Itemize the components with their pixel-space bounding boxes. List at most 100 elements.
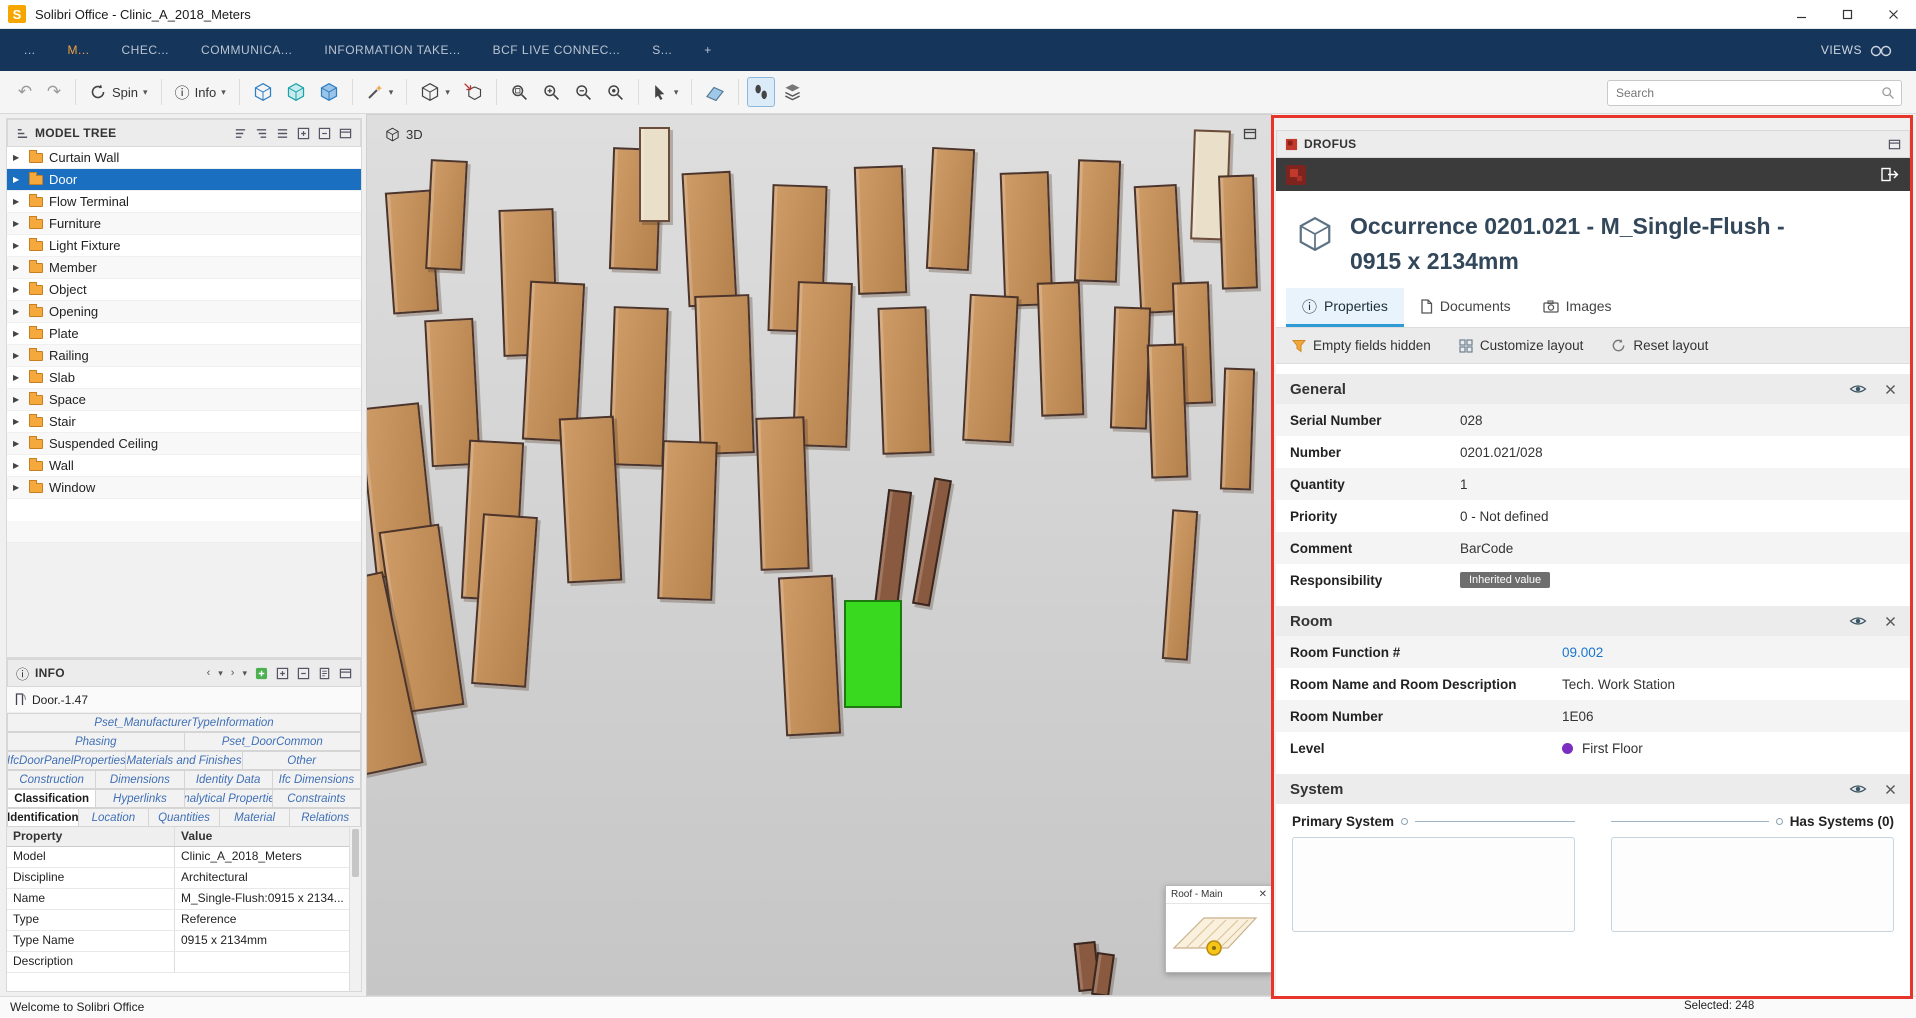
- door-object[interactable]: [912, 477, 952, 606]
- table-row[interactable]: Type Reference: [7, 910, 349, 931]
- info-tab[interactable]: Phasing: [7, 732, 185, 751]
- expand-arrow-icon[interactable]: ▶: [13, 351, 27, 360]
- table-scrollbar[interactable]: [349, 827, 361, 991]
- styles-button[interactable]: ▾: [361, 77, 399, 107]
- checkbox-add-icon[interactable]: [297, 127, 310, 140]
- model-tree-item[interactable]: ▶ Curtain Wall: [7, 147, 361, 169]
- info-tab[interactable]: Other: [243, 751, 361, 770]
- door-object[interactable]: [682, 171, 738, 307]
- zoom-in-button[interactable]: [537, 77, 566, 107]
- model-tree-item[interactable]: ▶ Stair: [7, 411, 361, 433]
- tab-properties[interactable]: ⓘ Properties: [1286, 288, 1404, 327]
- table-row[interactable]: Model Clinic_A_2018_Meters: [7, 847, 349, 868]
- model-tree-item[interactable]: ▶ Slab: [7, 367, 361, 389]
- door-object[interactable]: [1074, 159, 1121, 282]
- layers-button[interactable]: [778, 77, 807, 107]
- close-section-icon[interactable]: [1885, 784, 1896, 795]
- zoom-window-button[interactable]: [505, 77, 534, 107]
- eye-icon[interactable]: [1849, 383, 1867, 395]
- chevron-down-icon[interactable]: ▾: [218, 668, 223, 679]
- auto-update-icon[interactable]: [255, 667, 268, 680]
- model-tree-item[interactable]: ▶ Window: [7, 477, 361, 499]
- minimize-button[interactable]: [1778, 0, 1824, 28]
- expand-arrow-icon[interactable]: ▶: [13, 395, 27, 404]
- walk-mode-button[interactable]: [747, 77, 775, 107]
- door-object[interactable]: [1220, 367, 1255, 490]
- scrollbar-thumb[interactable]: [352, 829, 359, 877]
- model-tree-item[interactable]: ▶ Opening: [7, 301, 361, 323]
- model-tree-item[interactable]: ▶ Door: [7, 169, 361, 191]
- zoom-out-button[interactable]: [569, 77, 598, 107]
- info-tab[interactable]: Analytical Properties: [185, 789, 273, 808]
- door-object[interactable]: [877, 306, 931, 455]
- model-tree-item[interactable]: ▶ Suspended Ceiling: [7, 433, 361, 455]
- has-systems-list[interactable]: [1611, 837, 1894, 932]
- close-button[interactable]: [1870, 0, 1916, 28]
- history-forward-icon[interactable]: ›: [231, 667, 235, 679]
- checkbox-remove-icon[interactable]: [318, 127, 331, 140]
- menu-tab[interactable]: M...: [68, 43, 90, 57]
- model-tree-item[interactable]: ▶ Plate: [7, 323, 361, 345]
- expand-arrow-icon[interactable]: ▶: [13, 373, 27, 382]
- menu-tab[interactable]: ...: [24, 43, 36, 57]
- menu-tab[interactable]: S...: [652, 43, 672, 57]
- expand-arrow-icon[interactable]: ▶: [13, 175, 27, 184]
- history-back-icon[interactable]: ‹: [207, 667, 211, 679]
- table-row[interactable]: Name M_Single-Flush:0915 x 2134...: [7, 889, 349, 910]
- column-header-value[interactable]: Value: [175, 827, 349, 846]
- reset-layout-button[interactable]: Reset layout: [1611, 338, 1708, 353]
- expand-arrow-icon[interactable]: ▶: [13, 417, 27, 426]
- info-tab[interactable]: Dimensions: [96, 770, 184, 789]
- tab-images[interactable]: Images: [1527, 288, 1628, 327]
- door-object[interactable]: [962, 294, 1019, 443]
- info-tab[interactable]: Identification: [7, 808, 79, 827]
- menu-tab[interactable]: CHEC...: [122, 43, 170, 57]
- show-similar-button[interactable]: [281, 77, 311, 107]
- open-in-drofus-button[interactable]: [1880, 166, 1900, 183]
- menu-tab[interactable]: INFORMATION TAKE...: [324, 43, 460, 57]
- view-preset-button[interactable]: ▾: [415, 77, 455, 107]
- table-row[interactable]: Discipline Architectural: [7, 868, 349, 889]
- expand-arrow-icon[interactable]: ▶: [13, 285, 27, 294]
- views-menu[interactable]: VIEWS: [1821, 29, 1892, 71]
- model-tree-item[interactable]: ▶ Flow Terminal: [7, 191, 361, 213]
- model-tree-item[interactable]: ▶ Wall: [7, 455, 361, 477]
- info-tab[interactable]: Material: [220, 808, 291, 827]
- door-object[interactable]: [559, 416, 623, 584]
- info-tab[interactable]: Classification: [7, 789, 96, 808]
- model-tree-item[interactable]: ▶ Light Fixture: [7, 235, 361, 257]
- expand-arrow-icon[interactable]: ▶: [13, 197, 27, 206]
- show-model-button[interactable]: [248, 77, 278, 107]
- zoom-fit-button[interactable]: [601, 77, 630, 107]
- expand-arrow-icon[interactable]: ▶: [13, 307, 27, 316]
- tab-documents[interactable]: Documents: [1404, 288, 1527, 327]
- eye-icon[interactable]: [1849, 783, 1867, 795]
- menu-tab[interactable]: BCF LIVE CONNEC...: [493, 43, 621, 57]
- door-object[interactable]: [1162, 509, 1198, 660]
- expand-arrow-icon[interactable]: ▶: [13, 219, 27, 228]
- info-tab[interactable]: IfcDoorPanelProperties: [7, 751, 126, 770]
- expand-arrow-icon[interactable]: ▶: [13, 483, 27, 492]
- model-tree-item[interactable]: ▶ Railing: [7, 345, 361, 367]
- chevron-down-icon[interactable]: ▾: [242, 668, 247, 679]
- door-object[interactable]: [1147, 343, 1189, 478]
- filter-tree-icon[interactable]: [276, 127, 289, 140]
- info-tab[interactable]: Materials and Finishes: [126, 751, 244, 770]
- info-button[interactable]: ⓘ Info▾: [170, 77, 231, 107]
- door-object[interactable]: [425, 159, 468, 271]
- info-tab[interactable]: Constraints: [273, 789, 361, 808]
- door-object[interactable]: [608, 306, 669, 467]
- expand-arrow-icon[interactable]: ▶: [13, 153, 27, 162]
- look-at-button[interactable]: [458, 77, 488, 107]
- checkbox-remove-icon[interactable]: [297, 667, 310, 680]
- info-tab[interactable]: Pset_ManufacturerTypeInformation: [7, 713, 361, 732]
- panel-window-icon[interactable]: [339, 667, 352, 680]
- expand-arrow-icon[interactable]: ▶: [13, 439, 27, 448]
- panel-window-icon[interactable]: [339, 127, 352, 140]
- door-object[interactable]: [1037, 281, 1085, 416]
- door-object[interactable]: [1110, 306, 1151, 429]
- expand-arrow-icon[interactable]: ▶: [13, 461, 27, 470]
- close-icon[interactable]: ✕: [1259, 889, 1267, 900]
- info-tab[interactable]: Construction: [7, 770, 96, 789]
- door-object[interactable]: [471, 513, 538, 687]
